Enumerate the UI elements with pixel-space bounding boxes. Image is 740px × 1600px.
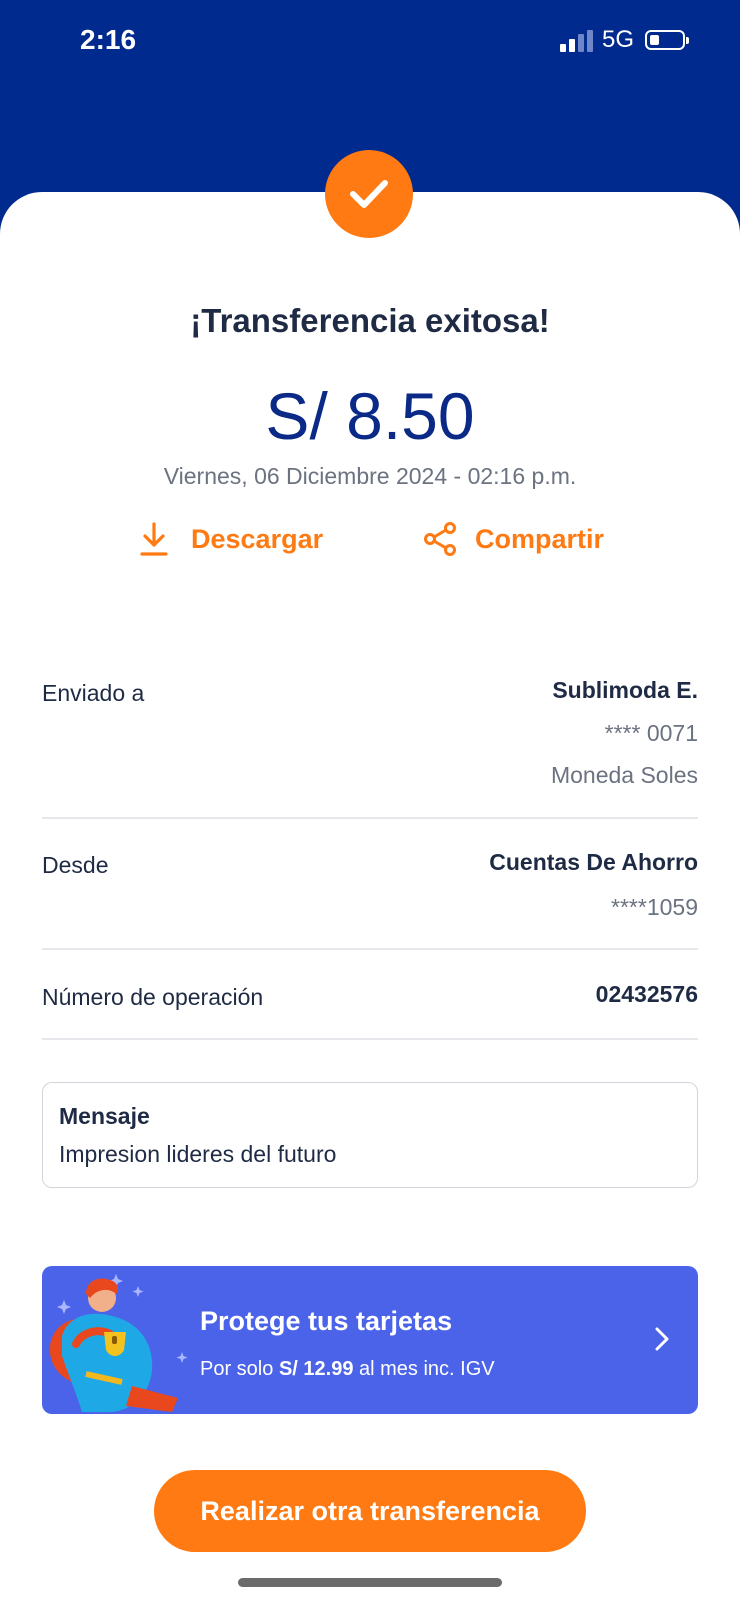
promo-title: Protege tus tarjetas [200,1306,453,1336]
from-label: Desde [42,852,109,878]
share-button[interactable]: Compartir [423,520,604,558]
superhero-illustration-icon [49,1274,188,1412]
signal-icon [560,30,594,52]
new-transfer-button[interactable]: Realizar otra transferencia [154,1470,586,1552]
divider [42,1038,698,1040]
promo-subtitle-prefix: Por solo [200,1358,274,1380]
success-title: ¡Transferencia exitosa! [190,302,550,339]
from-account-number: ****1059 [611,894,698,920]
transfer-amount: S/ 8.50 [265,379,475,453]
promo-subtitle-suffix: al mes inc. IGV [359,1358,495,1380]
network-label: 5G [602,26,635,53]
transfer-datetime: Viernes, 06 Diciembre 2024 - 02:16 p.m. [163,463,577,489]
download-icon [139,520,173,558]
divider [42,948,698,950]
from-account-type: Cuentas De Ahorro [489,849,698,875]
sent-to-label: Enviado a [42,680,145,706]
status-time: 2:16 [80,24,137,55]
download-button[interactable]: Descargar [139,520,323,558]
message-box: Mensaje Impresion lideres del futuro [42,1082,698,1188]
share-icon [423,520,457,558]
operation-number: 02432576 [595,981,698,1007]
promo-price: S/ 12.99 [278,1358,354,1380]
promo-subtitle: Por solo S/ 12.99 al mes inc. IGV [200,1358,495,1381]
recipient-name: Sublimoda E. [552,677,698,703]
share-label: Compartir [475,523,605,554]
chevron-right-icon [655,1327,669,1351]
card-protection-banner[interactable]: Protege tus tarjetas Por solo S/ 12.99 a… [42,1266,698,1414]
recipient-account: **** 0071 [604,720,698,746]
home-indicator[interactable] [238,1578,502,1587]
operation-label: Número de operación [42,984,264,1010]
message-title: Mensaje [59,1103,150,1129]
battery-icon [645,30,689,50]
download-label: Descargar [191,523,324,554]
recipient-currency: Moneda Soles [550,762,698,788]
message-text: Impresion lideres del futuro [59,1141,337,1167]
divider [42,817,698,819]
success-check-icon [325,150,413,238]
